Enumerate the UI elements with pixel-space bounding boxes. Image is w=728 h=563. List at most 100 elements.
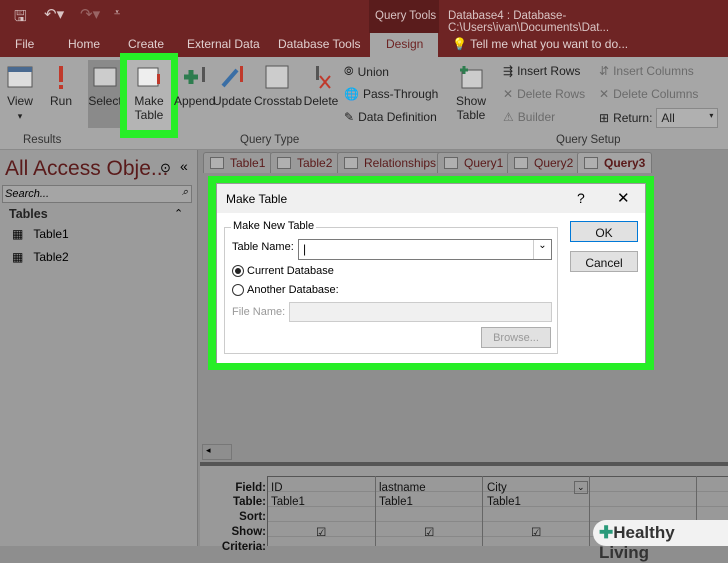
grid-table-cell[interactable]: Table1 xyxy=(271,496,305,508)
doc-tab-table2[interactable]: Table2 xyxy=(270,152,340,173)
help-button[interactable]: ? xyxy=(577,190,585,206)
grid-field-cell[interactable]: ID xyxy=(271,482,283,494)
grid-table-cell[interactable]: Table1 xyxy=(487,496,521,508)
customize-qat-icon[interactable]: ⩡ xyxy=(114,7,120,20)
browse-button[interactable]: Browse... xyxy=(481,327,551,348)
scroll-left-button[interactable]: ◂ xyxy=(202,444,232,460)
delete-rows-label: Delete Rows xyxy=(517,87,586,101)
show-checkbox[interactable]: ☑ xyxy=(531,525,541,539)
save-icon[interactable]: 🖫 xyxy=(14,6,27,31)
delete-columns-button[interactable]: ✕ Delete Columns xyxy=(599,87,698,101)
tab-external-data[interactable]: External Data xyxy=(187,37,260,51)
globe-icon: 🌐 xyxy=(344,87,359,101)
doc-tab-query3[interactable]: Query3 xyxy=(577,152,653,173)
nav-title[interactable]: All Access Obje... xyxy=(5,157,168,181)
delete-query-icon xyxy=(316,66,331,89)
tab-database-tools[interactable]: Database Tools xyxy=(278,37,361,51)
append-button[interactable]: Append xyxy=(174,64,216,108)
grid-field-cell[interactable]: lastname xyxy=(379,482,426,494)
doc-tab-label: Table1 xyxy=(230,156,266,170)
doc-tab-query2[interactable]: Query2 xyxy=(507,152,581,173)
run-icon xyxy=(59,66,63,89)
view-button[interactable]: View ▾ xyxy=(6,64,34,122)
builder-button[interactable]: ⚠ Builder xyxy=(503,110,555,124)
data-definition-button[interactable]: ✎ Data Definition xyxy=(344,110,437,124)
return-select[interactable]: All ▾ xyxy=(656,108,719,128)
doc-tab-label: Query3 xyxy=(604,156,646,170)
union-label: Union xyxy=(357,64,389,79)
window-title: Database4 : Database- C:\Users\ivan\Docu… xyxy=(448,10,610,34)
union-icon: ⦾ xyxy=(344,64,354,78)
doc-tab-table1[interactable]: Table1 xyxy=(203,152,273,173)
insert-columns-label: Insert Columns xyxy=(613,64,694,78)
crosstab-label: Crosstab xyxy=(254,94,303,108)
another-database-radio[interactable]: Another Database: xyxy=(232,284,339,296)
doc-tab-query1[interactable]: Query1 xyxy=(437,152,511,173)
tab-home[interactable]: Home xyxy=(68,37,100,51)
show-table-button[interactable]: Show Table xyxy=(452,64,490,122)
plus-logo-icon: ✚ xyxy=(599,523,614,542)
undo-icon[interactable]: ↶▾ xyxy=(44,5,64,23)
union-button[interactable]: ⦾ Union xyxy=(344,64,389,79)
make-table-button[interactable]: Make Table xyxy=(127,60,171,130)
select-button[interactable]: Select xyxy=(88,60,122,128)
chevron-down-icon[interactable]: ⌄ xyxy=(533,240,551,259)
tab-file[interactable]: File xyxy=(15,37,34,51)
make-table-label-2: Table xyxy=(134,108,164,122)
table-name-input[interactable]: | ⌄ xyxy=(298,239,552,260)
return-control: ⊞ Return: All ▾ xyxy=(599,108,719,128)
insert-rows-button[interactable]: ⇶ Insert Rows xyxy=(503,64,580,78)
data-definition-icon: ✎ xyxy=(344,110,355,124)
collapse-section-icon: ⌃ xyxy=(174,208,184,220)
relationships-icon xyxy=(344,157,358,169)
crosstab-button[interactable]: Crosstab xyxy=(254,64,303,108)
table-name-label: Table Name: xyxy=(232,241,294,253)
doc-tab-label: Table2 xyxy=(297,156,333,170)
nav-menu-icon[interactable]: ⊙ xyxy=(160,160,171,176)
chevron-down-icon[interactable]: ⌄ xyxy=(574,481,588,494)
nav-item-table2[interactable]: ▦ Table2 xyxy=(12,250,69,264)
redo-icon[interactable]: ↷▾ xyxy=(80,5,100,23)
crosstab-icon xyxy=(265,65,289,89)
query-icon xyxy=(584,157,598,169)
insert-columns-button[interactable]: ⇵ Insert Columns xyxy=(599,64,694,78)
view-label: View xyxy=(7,94,33,108)
current-database-radio[interactable]: Current Database xyxy=(232,265,334,277)
run-button[interactable]: Run xyxy=(48,64,74,108)
update-icon xyxy=(221,66,243,88)
nav-item-label: Table2 xyxy=(33,250,69,264)
nav-section-tables[interactable]: Tables xyxy=(9,207,48,221)
row-label-field: Field: xyxy=(235,482,266,494)
builder-icon: ⚠ xyxy=(503,110,514,124)
tab-create[interactable]: Create xyxy=(128,37,164,51)
tell-me-search[interactable]: 💡 Tell me what you want to do... xyxy=(452,37,628,51)
table-icon xyxy=(277,157,291,169)
show-checkbox[interactable]: ☑ xyxy=(424,525,434,539)
pass-through-label: Pass-Through xyxy=(362,87,439,101)
append-icon xyxy=(184,67,205,84)
nav-search-input[interactable]: Search... ⌕ xyxy=(2,185,192,203)
doc-tab-label: Query2 xyxy=(534,156,574,170)
grid-table-cell[interactable]: Table1 xyxy=(379,496,413,508)
delete-columns-label: Delete Columns xyxy=(613,87,699,101)
doc-tab-relationships[interactable]: Relationships xyxy=(337,152,444,173)
file-name-input[interactable] xyxy=(289,302,552,322)
ok-button[interactable]: OK xyxy=(570,221,638,242)
grid-field-cell[interactable]: City xyxy=(487,482,507,494)
append-label: Append xyxy=(174,94,216,108)
tab-design[interactable]: Design xyxy=(370,33,438,57)
delete-button[interactable]: Delete xyxy=(303,64,339,108)
pass-through-button[interactable]: 🌐 Pass-Through xyxy=(344,87,438,101)
nav-item-table1[interactable]: ▦ Table1 xyxy=(12,227,69,241)
delete-rows-button[interactable]: ✕ Delete Rows xyxy=(503,87,585,101)
title-bar: 🖫 ↶▾ ↷▾ ⩡ Query Tools Database4 : Databa… xyxy=(0,0,728,34)
update-button[interactable]: Update xyxy=(213,64,252,108)
dialog-title: Make Table xyxy=(226,192,288,206)
run-label: Run xyxy=(49,94,72,108)
delete-columns-icon: ✕ xyxy=(599,87,610,101)
collapse-nav-icon[interactable]: « xyxy=(180,158,188,174)
show-checkbox[interactable]: ☑ xyxy=(316,525,326,539)
search-icon: ⌕ xyxy=(181,186,188,198)
cancel-button[interactable]: Cancel xyxy=(570,251,638,272)
close-button[interactable]: ✕ xyxy=(617,189,630,207)
